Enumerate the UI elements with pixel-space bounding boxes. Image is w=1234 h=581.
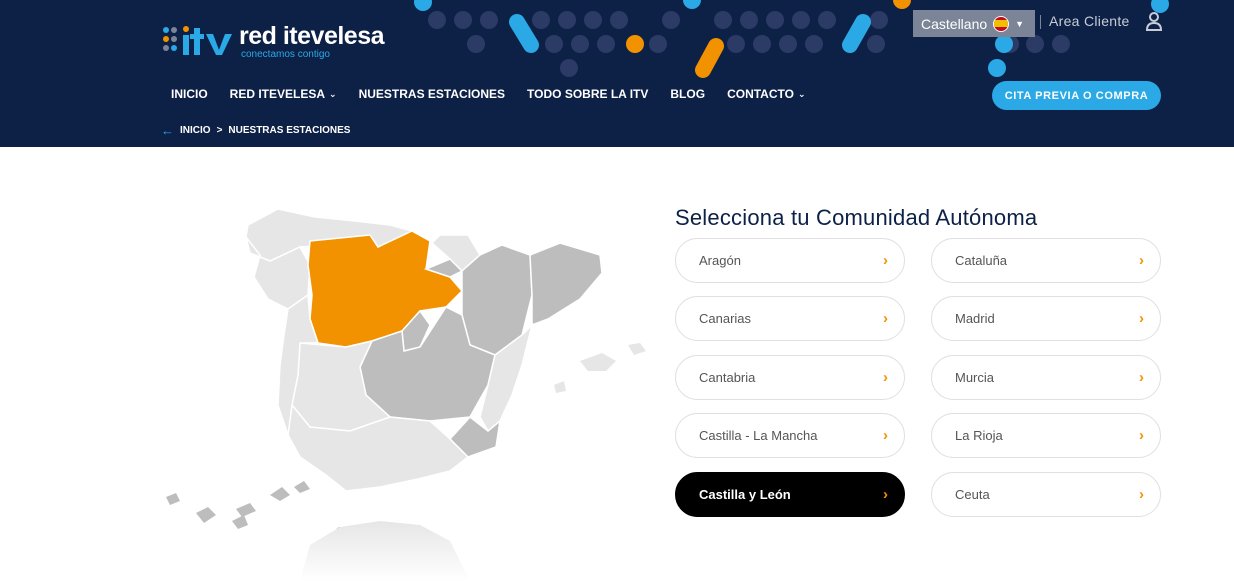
breadcrumb-current: NUESTRAS ESTACIONES xyxy=(228,125,351,136)
nav-todo-sobre-la-itv[interactable]: TODO SOBRE LA ITV xyxy=(527,87,648,101)
area-cliente-link[interactable]: Area Cliente xyxy=(1049,13,1130,29)
chevron-down-icon: ⌄ xyxy=(329,88,337,99)
chevron-right-icon: › xyxy=(1139,252,1144,269)
chevron-right-icon: › xyxy=(1139,486,1144,503)
region-button-castilla-y-leon[interactable]: Castilla y León › xyxy=(675,472,905,517)
region-button-canarias[interactable]: Canarias › xyxy=(675,296,905,341)
itv-logo-icon xyxy=(163,26,232,55)
nav-contacto[interactable]: CONTACTO ⌄ xyxy=(727,87,805,101)
spain-flag-icon xyxy=(993,15,1010,32)
nav-blog[interactable]: BLOG xyxy=(670,87,705,101)
chevron-right-icon: › xyxy=(1139,310,1144,327)
header-divider xyxy=(1040,15,1041,29)
chevron-right-icon: › xyxy=(883,310,888,327)
region-button-aragon[interactable]: Aragón › xyxy=(675,238,905,283)
region-button-castilla-la-mancha[interactable]: Castilla - La Mancha › xyxy=(675,413,905,458)
language-selector[interactable]: Castellano ▼ xyxy=(913,10,1035,37)
region-button-cantabria[interactable]: Cantabria › xyxy=(675,355,905,400)
breadcrumb-separator: > xyxy=(216,125,223,136)
chevron-right-icon: › xyxy=(883,427,888,444)
chevron-down-icon: ⌄ xyxy=(797,88,806,99)
selector-title: Selecciona tu Comunidad Autónoma xyxy=(675,205,1038,230)
region-button-madrid[interactable]: Madrid › xyxy=(931,296,1161,341)
region-button-murcia[interactable]: Murcia › xyxy=(931,355,1161,400)
nav-red-itevelesa[interactable]: RED ITEVELESA ⌄ xyxy=(230,87,337,101)
region-baleares-3[interactable] xyxy=(554,381,566,393)
region-button-ceuta[interactable]: Ceuta › xyxy=(931,472,1161,517)
chevron-right-icon: › xyxy=(883,369,888,386)
region-baleares-2[interactable] xyxy=(628,343,646,355)
breadcrumb-home[interactable]: INICIO xyxy=(180,125,211,136)
north-africa-shape xyxy=(300,521,470,581)
nav-inicio[interactable]: INICIO xyxy=(171,87,208,101)
region-button-cataluna[interactable]: Cataluña › xyxy=(931,238,1161,283)
caret-down-icon: ▼ xyxy=(1015,18,1025,29)
region-button-la-rioja[interactable]: La Rioja › xyxy=(931,413,1161,458)
logo-tagline: conectamos contigo xyxy=(241,49,330,60)
arrow-left-icon[interactable]: ← xyxy=(161,123,174,138)
region-baleares[interactable] xyxy=(580,353,616,371)
spain-map[interactable] xyxy=(150,195,660,581)
chevron-right-icon: › xyxy=(1139,427,1144,444)
chevron-right-icon: › xyxy=(883,252,888,269)
brand-logo[interactable]: red itevelesa conectamos contigo xyxy=(161,22,385,62)
nav-nuestras-estaciones[interactable]: NUESTRAS ESTACIONES xyxy=(359,87,505,101)
language-label: Castellano xyxy=(921,15,988,32)
chevron-right-icon: › xyxy=(883,486,888,503)
user-icon[interactable] xyxy=(1145,11,1163,31)
cita-previa-button[interactable]: CITA PREVIA O COMPRA xyxy=(992,81,1161,110)
main-nav: INICIO RED ITEVELESA ⌄ NUESTRAS ESTACIONE… xyxy=(171,87,828,101)
region-canarias[interactable] xyxy=(166,481,310,529)
logo-wordmark: red itevelesa xyxy=(239,22,385,50)
chevron-right-icon: › xyxy=(1139,369,1144,386)
region-cataluna[interactable] xyxy=(529,242,603,327)
site-header: red itevelesa conectamos contigo Castell… xyxy=(0,0,1234,147)
breadcrumb: ← INICIO > NUESTRAS ESTACIONES xyxy=(161,123,350,138)
